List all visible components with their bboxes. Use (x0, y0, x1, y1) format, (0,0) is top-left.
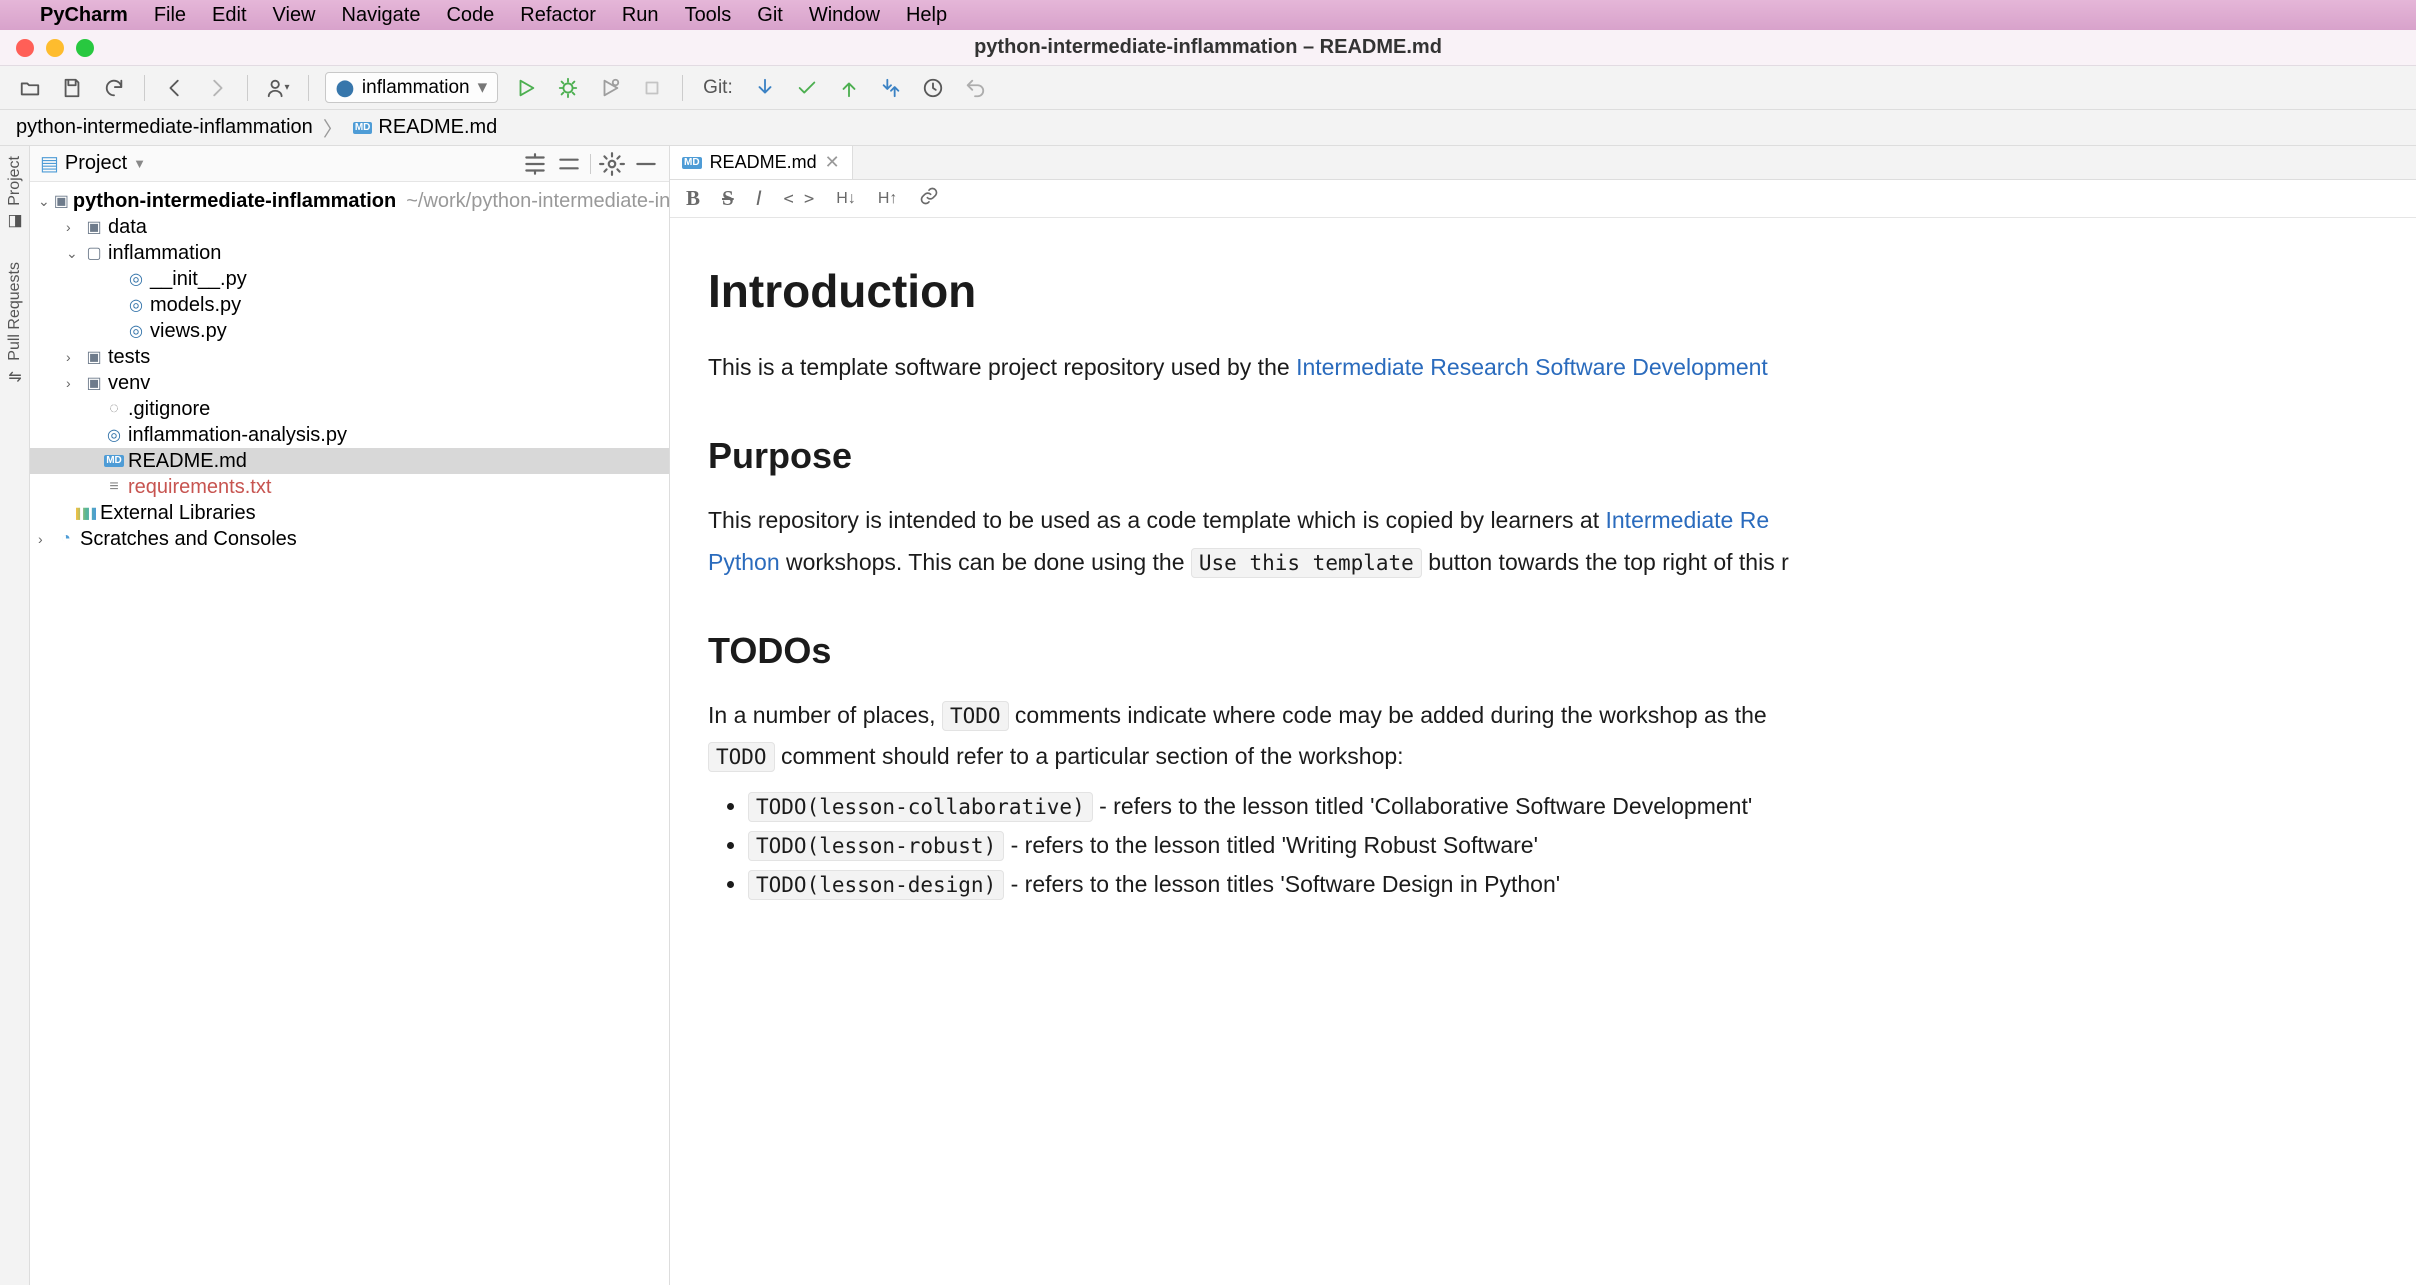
tree-root[interactable]: ⌄▣python-intermediate-inflammation~/work… (30, 188, 669, 214)
run-config-selector[interactable]: ⬤ inflammation ▾ (325, 72, 498, 103)
chevron-down-icon[interactable]: ▼ (133, 156, 146, 171)
preview-link-python[interactable]: Python (708, 549, 780, 575)
reload-icon[interactable] (100, 74, 128, 102)
menu-tools[interactable]: Tools (685, 4, 732, 27)
git-history-icon[interactable] (919, 74, 947, 102)
md-strike-button[interactable]: S (722, 186, 734, 211)
menu-code[interactable]: Code (446, 4, 494, 27)
window-minimize-button[interactable] (46, 39, 64, 57)
tool-tab-pull-requests[interactable]: ⇋Pull Requests (6, 262, 24, 387)
git-pull-icon[interactable] (751, 74, 779, 102)
tool-tab-project[interactable]: ◧Project (6, 156, 24, 232)
breadcrumb-file[interactable]: MDREADME.md (353, 116, 497, 139)
expand-all-icon[interactable] (556, 151, 582, 177)
python-icon: ⬤ (336, 78, 354, 98)
breadcrumb-root[interactable]: python-intermediate-inflammation (16, 116, 313, 139)
menu-navigate[interactable]: Navigate (342, 4, 421, 27)
git-update-icon[interactable] (877, 74, 905, 102)
menu-edit[interactable]: Edit (212, 4, 246, 27)
md-link-button[interactable] (919, 186, 939, 212)
tree-folder-inflammation[interactable]: ⌄▢inflammation (30, 240, 669, 266)
md-header-down-button[interactable]: H↓ (836, 190, 856, 208)
main-toolbar: ▾ ⬤ inflammation ▾ Git: (0, 66, 2416, 110)
run-button-icon[interactable] (512, 74, 540, 102)
tree-file-readme[interactable]: MDREADME.md (30, 448, 669, 474)
menu-view[interactable]: View (273, 4, 316, 27)
preview-li-3: TODO(lesson-design) - refers to the less… (748, 868, 2378, 901)
md-header-up-button[interactable]: H↑ (878, 190, 898, 208)
editor-tabs: MD README.md ✕ (670, 146, 2416, 180)
run-with-user-icon[interactable]: ▾ (264, 74, 292, 102)
hide-panel-icon[interactable] (633, 151, 659, 177)
tree-file-views[interactable]: ◎views.py (30, 318, 669, 344)
breadcrumb: python-intermediate-inflammation 〉 MDREA… (0, 110, 2416, 146)
nav-back-icon[interactable] (161, 74, 189, 102)
editor-tab-readme[interactable]: MD README.md ✕ (670, 146, 853, 179)
tree-file-analysis[interactable]: ◎inflammation-analysis.py (30, 422, 669, 448)
run-config-name: inflammation (362, 77, 470, 99)
project-sidebar: ▤ Project ▼ ⌄▣python-intermediate-inflamm… (30, 146, 670, 1285)
markdown-icon: MD (682, 157, 702, 169)
collapse-all-icon[interactable] (522, 151, 548, 177)
stop-button-icon[interactable] (638, 74, 666, 102)
preview-h2-purpose: Purpose (708, 430, 2378, 482)
menu-window[interactable]: Window (809, 4, 880, 27)
preview-h1: Introduction (708, 258, 2378, 325)
close-tab-icon[interactable]: ✕ (825, 152, 840, 173)
sidebar-title[interactable]: Project (65, 152, 127, 175)
md-bold-button[interactable]: B (686, 186, 700, 211)
md-italic-button[interactable]: I (756, 187, 762, 211)
preview-h2-todos: TODOs (708, 625, 2378, 677)
git-commit-icon[interactable] (793, 74, 821, 102)
markdown-preview: Introduction This is a template software… (670, 218, 2416, 948)
editor-tab-label: README.md (710, 152, 817, 173)
preview-li-2: TODO(lesson-robust) - refers to the less… (748, 829, 2378, 862)
git-rollback-icon[interactable] (961, 74, 989, 102)
macos-menubar[interactable]: PyCharm File Edit View Navigate Code Ref… (0, 0, 2416, 30)
window-maximize-button[interactable] (76, 39, 94, 57)
left-tool-strip: ◧Project ⇋Pull Requests (0, 146, 30, 1285)
nav-forward-icon[interactable] (203, 74, 231, 102)
tree-file-gitignore[interactable]: ◌.gitignore (30, 396, 669, 422)
save-icon[interactable] (58, 74, 86, 102)
menu-file[interactable]: File (154, 4, 186, 27)
chevron-down-icon: ▾ (478, 76, 488, 99)
menu-help[interactable]: Help (906, 4, 947, 27)
sidebar-header: ▤ Project ▼ (30, 146, 669, 182)
debug-button-icon[interactable] (554, 74, 582, 102)
window-titlebar: python-intermediate-inflammation – READM… (0, 30, 2416, 66)
window-close-button[interactable] (16, 39, 34, 57)
tree-file-models[interactable]: ◎models.py (30, 292, 669, 318)
tree-external-libs[interactable]: ▮▮▮External Libraries (30, 500, 669, 526)
tree-folder-venv[interactable]: ›▣venv (30, 370, 669, 396)
coverage-icon[interactable] (596, 74, 624, 102)
tree-folder-data[interactable]: ›▣data (30, 214, 669, 240)
window-title: python-intermediate-inflammation – READM… (974, 36, 1442, 59)
breadcrumb-separator: 〉 (323, 113, 343, 142)
markdown-toolbar: B S I < > H↓ H↑ (670, 180, 2416, 218)
tree-scratches[interactable]: ›◔Scratches and Consoles (30, 526, 669, 552)
git-push-icon[interactable] (835, 74, 863, 102)
preview-code-template: Use this template (1191, 548, 1422, 578)
menu-refactor[interactable]: Refactor (520, 4, 596, 27)
markdown-icon: MD (353, 122, 373, 134)
preview-li-1: TODO(lesson-collaborative) - refers to t… (748, 790, 2378, 823)
open-icon[interactable] (16, 74, 44, 102)
gear-icon[interactable] (599, 151, 625, 177)
project-pane-icon: ▤ (40, 151, 59, 176)
menu-run[interactable]: Run (622, 4, 659, 27)
tree-file-init[interactable]: ◎__init__.py (30, 266, 669, 292)
md-code-button[interactable]: < > (784, 189, 815, 209)
app-name[interactable]: PyCharm (40, 4, 128, 27)
tree-file-requirements[interactable]: ≡requirements.txt (30, 474, 669, 500)
preview-link-intermediate[interactable]: Intermediate Research Software Developme… (1296, 354, 1768, 380)
git-label: Git: (703, 77, 733, 99)
menu-git[interactable]: Git (757, 4, 783, 27)
preview-link-inter2[interactable]: Intermediate Re (1606, 507, 1770, 533)
project-tree[interactable]: ⌄▣python-intermediate-inflammation~/work… (30, 182, 669, 558)
editor-area: MD README.md ✕ B S I < > H↓ H↑ Introduct… (670, 146, 2416, 1285)
tree-folder-tests[interactable]: ›▣tests (30, 344, 669, 370)
